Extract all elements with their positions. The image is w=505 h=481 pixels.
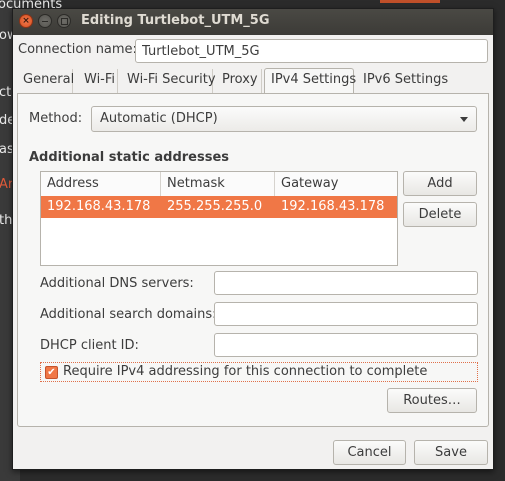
maximize-window-button[interactable] xyxy=(57,14,71,28)
require-ipv4-checkbox[interactable]: ✔ xyxy=(45,366,58,379)
tab-proxy[interactable]: Proxy xyxy=(216,69,262,93)
save-button[interactable]: Save xyxy=(414,440,488,465)
tab-wifi[interactable]: Wi-Fi xyxy=(78,69,118,93)
edit-connection-dialog: × Editing Turtlebot_UTM_5G Connection na… xyxy=(12,8,494,470)
delete-address-button[interactable]: Delete xyxy=(403,202,477,227)
title-bar[interactable]: × Editing Turtlebot_UTM_5G xyxy=(13,9,493,35)
close-window-button[interactable]: × xyxy=(19,14,33,28)
column-header-gateway[interactable]: Gateway xyxy=(275,172,397,196)
search-domains-input[interactable] xyxy=(214,302,478,326)
dhcp-client-id-label: DHCP client ID: xyxy=(40,338,139,353)
method-select[interactable]: Automatic (DHCP) xyxy=(91,106,477,132)
column-header-netmask[interactable]: Netmask xyxy=(161,172,275,196)
add-address-button[interactable]: Add xyxy=(403,171,477,196)
minimize-window-button[interactable] xyxy=(38,14,52,28)
dhcp-client-id-input[interactable] xyxy=(214,333,478,357)
tab-ipv6-settings[interactable]: IPv6 Settings xyxy=(357,69,448,93)
require-ipv4-row[interactable]: ✔ Require IPv4 addressing for this conne… xyxy=(40,362,478,382)
search-domains-label: Additional search domains: xyxy=(40,307,217,322)
column-header-address[interactable]: Address xyxy=(41,172,161,196)
dropdown-arrow-icon xyxy=(460,117,468,122)
require-ipv4-label[interactable]: Require IPv4 addressing for this connect… xyxy=(63,364,427,379)
static-addresses-table[interactable]: Address Netmask Gateway 192.168.43.178 2… xyxy=(40,171,398,266)
tab-general[interactable]: General xyxy=(17,69,74,93)
method-label: Method: xyxy=(29,111,83,126)
address-cell[interactable]: 192.168.43.178 xyxy=(41,196,161,218)
dns-servers-input[interactable] xyxy=(214,271,478,295)
window-title: Editing Turtlebot_UTM_5G xyxy=(81,13,270,28)
table-header: Address Netmask Gateway xyxy=(41,172,397,197)
dns-servers-label: Additional DNS servers: xyxy=(40,276,194,291)
cancel-button[interactable]: Cancel xyxy=(333,440,406,465)
connection-name-label: Connection name: xyxy=(18,42,137,57)
method-value: Automatic (DHCP) xyxy=(100,111,218,126)
tab-wifi-security[interactable]: Wi-Fi Security xyxy=(121,69,216,93)
gateway-cell[interactable]: 192.168.43.178 xyxy=(275,196,397,218)
netmask-cell[interactable]: 255.255.255.0 xyxy=(161,196,275,218)
tab-ipv4-settings[interactable]: IPv4 Settings xyxy=(264,68,356,94)
background-accent xyxy=(380,0,440,3)
static-addresses-heading: Additional static addresses xyxy=(29,150,230,165)
connection-name-input[interactable] xyxy=(135,39,488,63)
routes-button[interactable]: Routes… xyxy=(387,388,477,413)
table-row[interactable]: 192.168.43.178 255.255.255.0 192.168.43.… xyxy=(41,196,397,218)
